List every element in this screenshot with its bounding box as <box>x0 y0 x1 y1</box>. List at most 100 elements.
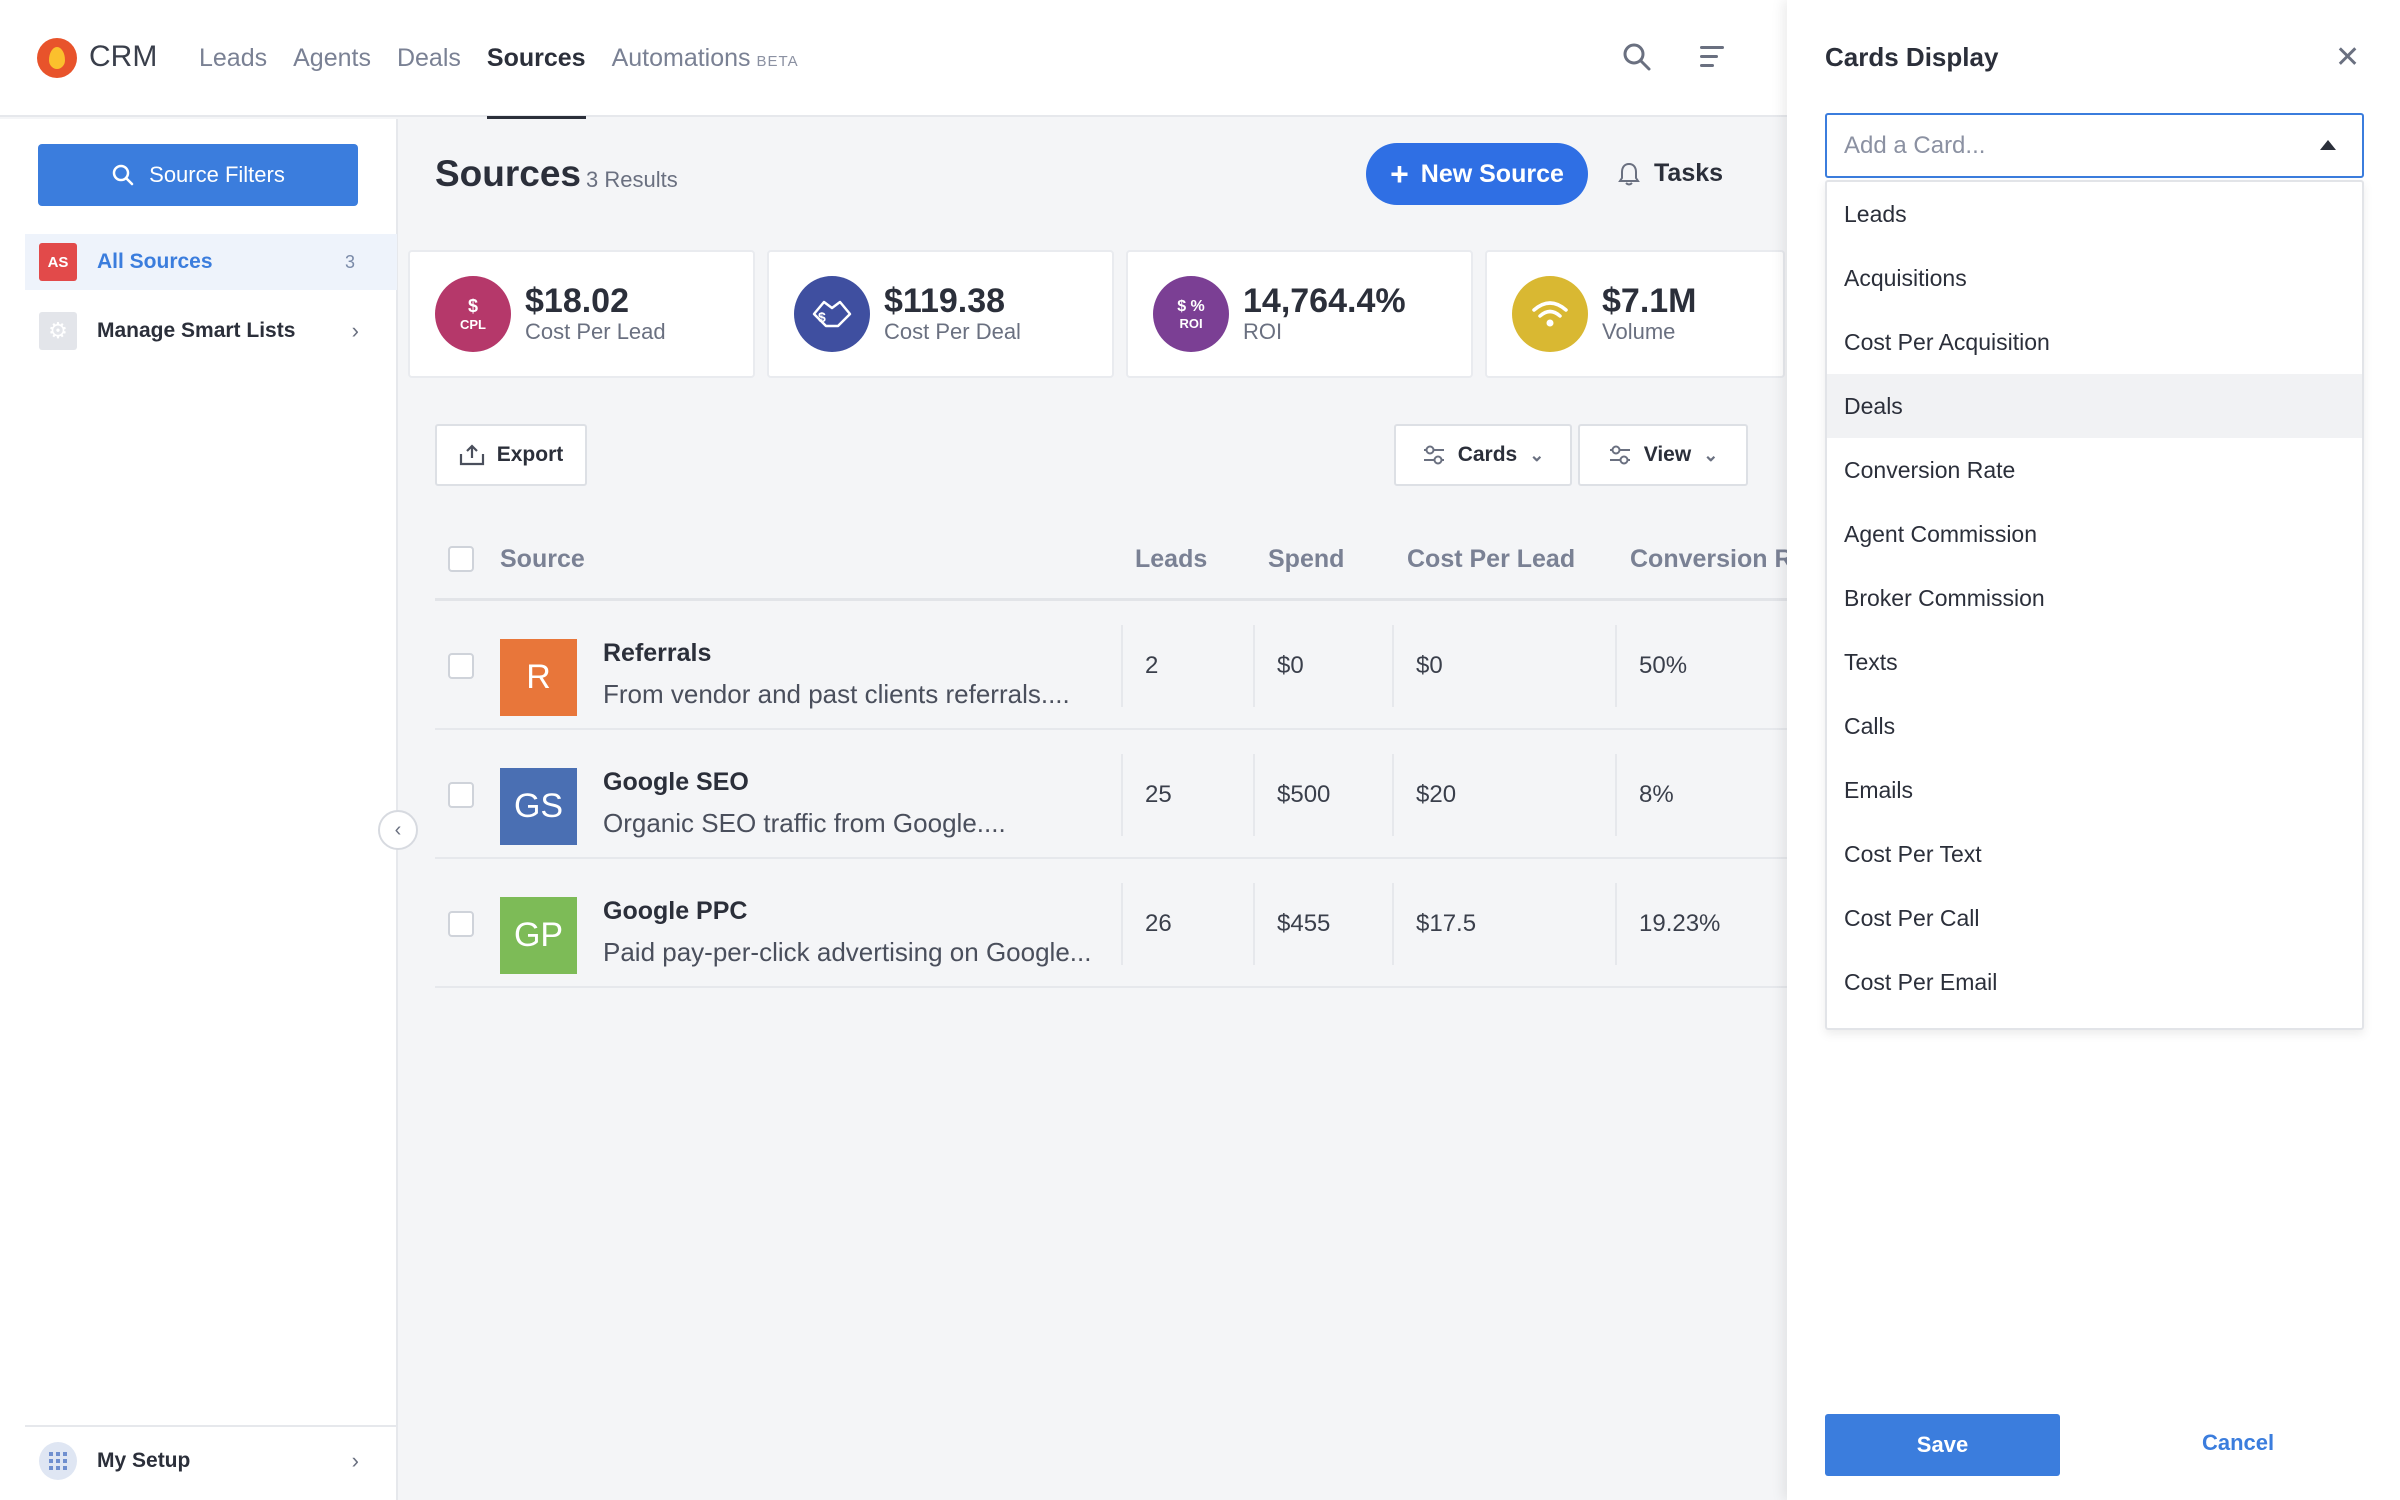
option-cost-per-call[interactable]: Cost Per Call <box>1827 886 2362 950</box>
option-cost-per-text[interactable]: Cost Per Text <box>1827 822 2362 886</box>
column-conversion-rate[interactable]: Conversion Ra <box>1630 545 1806 574</box>
view-button[interactable]: View ⌄ <box>1578 424 1748 486</box>
cards-button[interactable]: Cards ⌄ <box>1394 424 1572 486</box>
table-row[interactable]: GP Google PPC Paid pay-per-click adverti… <box>435 859 1787 988</box>
chevron-right-icon: › <box>351 318 359 343</box>
nav-leads[interactable]: Leads <box>199 0 267 117</box>
signal-icon <box>1512 276 1588 352</box>
option-agent-commission[interactable]: Agent Commission <box>1827 502 2362 566</box>
select-all-checkbox[interactable] <box>448 546 474 572</box>
source-name[interactable]: Google PPC <box>603 897 747 926</box>
add-card-select[interactable]: Add a Card... <box>1825 113 2364 178</box>
card-roi: $ % ROI 14,764.4% ROI <box>1126 250 1473 378</box>
export-button[interactable]: Export <box>435 424 587 486</box>
nav-automations[interactable]: Automations BETA <box>612 0 799 117</box>
tasks-button[interactable]: Tasks <box>1618 159 1723 188</box>
card-value: 14,764.4% <box>1243 282 1406 320</box>
card-label: Cost Per Deal <box>884 319 1021 344</box>
grid-icon <box>39 1442 77 1480</box>
sources-table: Source Leads Spend Cost Per Lead Convers… <box>435 517 1806 988</box>
new-source-button[interactable]: + New Source <box>1366 143 1588 205</box>
source-description: Paid pay-per-click advertising on Google… <box>603 937 1092 967</box>
save-button[interactable]: Save <box>1825 1414 2060 1476</box>
cards-display-panel: Cards Display ✕ Add a Card... Leads Acqu… <box>1787 0 2400 1500</box>
nav-agents[interactable]: Agents <box>293 0 371 117</box>
chevron-left-icon: ‹ <box>394 818 402 841</box>
option-broker-commission[interactable]: Broker Commission <box>1827 566 2362 630</box>
cell-cost-per-lead: $17.5 <box>1392 883 1476 965</box>
source-filters-button[interactable]: Source Filters <box>38 144 358 206</box>
my-setup-label: My Setup <box>97 1449 191 1472</box>
card-value: $7.1M <box>1602 282 1697 320</box>
table-header: Source Leads Spend Cost Per Lead Convers… <box>435 517 1806 601</box>
column-cost-per-lead[interactable]: Cost Per Lead <box>1407 545 1575 574</box>
page-title: Sources <box>435 153 582 194</box>
column-leads[interactable]: Leads <box>1135 545 1207 574</box>
sidebar-item-label: All Sources <box>97 250 213 273</box>
nav-sources[interactable]: Sources <box>486 0 586 119</box>
source-avatar: R <box>500 639 577 716</box>
cell-leads: 25 <box>1121 754 1172 836</box>
chevron-down-icon: ⌄ <box>1529 444 1545 465</box>
card-label: ROI <box>1243 319 1283 344</box>
menu-icon[interactable] <box>1700 46 1724 68</box>
sidebar: Source Filters AS All Sources 3 ⚙ Manage… <box>0 119 398 1500</box>
close-icon[interactable]: ✕ <box>2335 40 2360 75</box>
cell-leads: 26 <box>1121 883 1172 965</box>
my-setup-item[interactable]: My Setup › <box>25 1425 397 1495</box>
sliders-icon <box>1423 445 1444 465</box>
cpl-icon: $ CPL <box>435 276 511 352</box>
table-row[interactable]: R Referrals From vendor and past clients… <box>435 601 1787 730</box>
cell-spend: $500 <box>1253 754 1330 836</box>
chevron-right-icon: › <box>351 1448 359 1473</box>
cell-conversion-rate: 50% <box>1615 625 1687 707</box>
plus-icon: + <box>1390 156 1409 192</box>
option-cost-per-acquisition[interactable]: Cost Per Acquisition <box>1827 310 2362 374</box>
cell-spend: $455 <box>1253 883 1330 965</box>
sidebar-item-label: Manage Smart Lists <box>97 319 296 342</box>
option-emails[interactable]: Emails <box>1827 758 2362 822</box>
card-cost-per-deal: $ $119.38 Cost Per Deal <box>767 250 1114 378</box>
option-cost-per-email[interactable]: Cost Per Email <box>1827 950 2362 1014</box>
brand-name[interactable]: CRM <box>89 40 157 74</box>
card-volume: $7.1M Volume <box>1485 250 1785 378</box>
option-conversion-rate[interactable]: Conversion Rate <box>1827 438 2362 502</box>
caret-up-icon <box>2320 140 2336 150</box>
option-calls[interactable]: Calls <box>1827 694 2362 758</box>
column-spend[interactable]: Spend <box>1268 545 1344 574</box>
option-leads[interactable]: Leads <box>1827 182 2362 246</box>
card-label: Cost Per Lead <box>525 319 666 344</box>
sidebar-item-count: 3 <box>344 251 355 272</box>
panel-title: Cards Display <box>1825 42 1999 72</box>
search-icon[interactable] <box>1622 42 1652 72</box>
sidebar-item-manage-smart-lists[interactable]: ⚙ Manage Smart Lists › <box>25 303 397 359</box>
nav-deals[interactable]: Deals <box>397 0 461 117</box>
table-row[interactable]: GS Google SEO Organic SEO traffic from G… <box>435 730 1787 859</box>
option-acquisitions[interactable]: Acquisitions <box>1827 246 2362 310</box>
option-deals[interactable]: Deals <box>1827 374 2362 438</box>
crm-logo-icon[interactable] <box>37 38 77 78</box>
row-checkbox[interactable] <box>448 653 474 679</box>
row-checkbox[interactable] <box>448 911 474 937</box>
cell-spend: $0 <box>1253 625 1304 707</box>
top-bar: CRM Leads Agents Deals Sources Automatio… <box>0 0 1787 119</box>
results-count: 3 Results <box>586 167 678 192</box>
svg-text:$: $ <box>818 309 826 325</box>
card-label: Volume <box>1602 319 1676 344</box>
collapse-sidebar-button[interactable]: ‹ <box>378 810 418 850</box>
search-icon <box>112 164 134 186</box>
roi-icon: $ % ROI <box>1153 276 1229 352</box>
cancel-button[interactable]: Cancel <box>2202 1430 2274 1456</box>
card-value: $119.38 <box>884 282 1006 320</box>
row-checkbox[interactable] <box>448 782 474 808</box>
beta-badge: BETA <box>756 53 799 70</box>
column-source[interactable]: Source <box>500 545 585 574</box>
bell-icon <box>1618 162 1640 185</box>
source-name[interactable]: Google SEO <box>603 768 749 797</box>
cell-leads: 2 <box>1121 625 1158 707</box>
sidebar-item-all-sources[interactable]: AS All Sources 3 <box>25 234 397 290</box>
all-sources-badge: AS <box>39 243 77 281</box>
option-texts[interactable]: Texts <box>1827 630 2362 694</box>
source-name[interactable]: Referrals <box>603 639 711 668</box>
summary-cards: $ CPL $18.02 Cost Per Lead $ $119.38 Cost… <box>408 250 1785 378</box>
